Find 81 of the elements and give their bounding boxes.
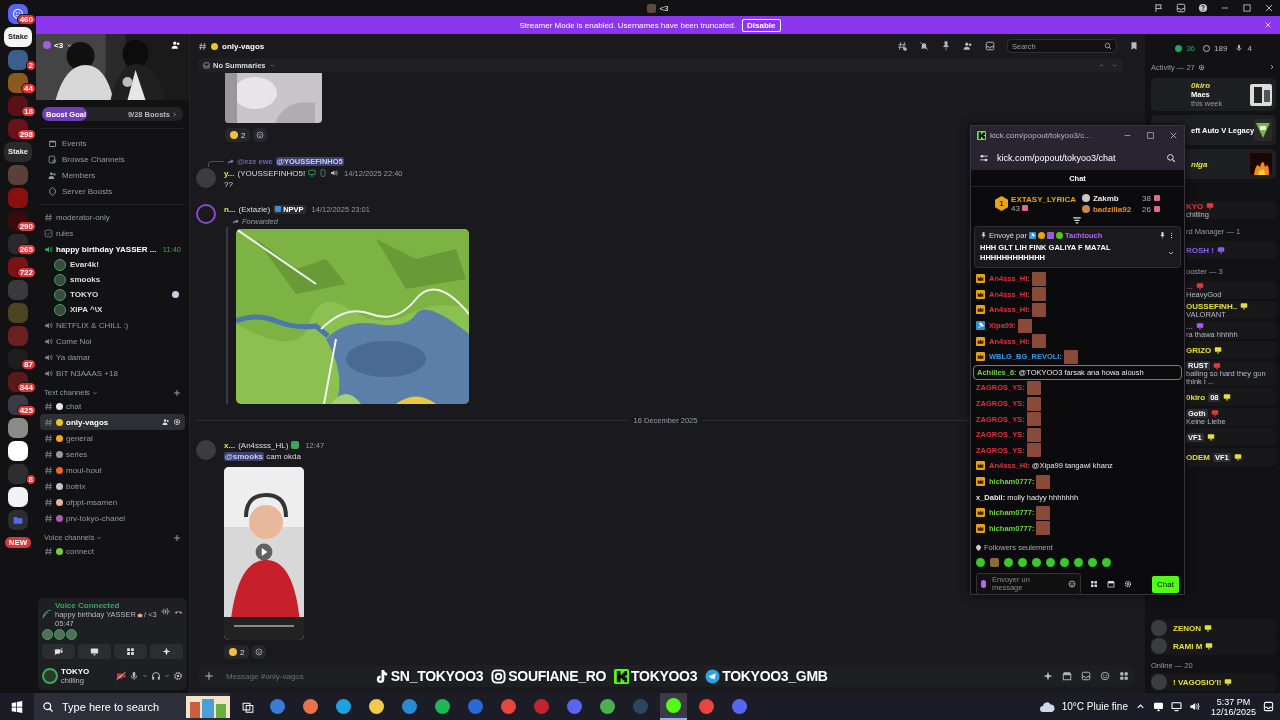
channel-item[interactable]: prv-tokyo-chanel xyxy=(40,510,185,526)
reaction-chip[interactable]: 2 xyxy=(225,128,251,142)
channel-item[interactable]: ofppt-msamen xyxy=(40,494,185,510)
menu-item[interactable]: Server Boosts xyxy=(48,183,185,199)
mention[interactable]: @smooks xyxy=(224,452,265,461)
social-handle: TOKYOO3_GMB xyxy=(722,668,828,684)
channel-item[interactable]: Ya damar xyxy=(40,349,185,365)
offline-count: 189 xyxy=(1214,43,1228,53)
banner-text: Streamer Mode is enabled. Usernames have been truncated. xyxy=(519,20,737,30)
leader-name: Zakmb xyxy=(1092,193,1119,203)
member-row[interactable]: ROSH ! xyxy=(1186,241,1276,259)
message-text: cam okda xyxy=(265,452,301,461)
nickname: (An4ssss_HL) xyxy=(238,440,289,450)
nickname: (Extazie) xyxy=(238,204,271,214)
channel-item[interactable]: series xyxy=(40,446,185,462)
channel-item[interactable]: rules xyxy=(40,225,185,241)
server-name-text: <3 xyxy=(54,40,64,50)
online-count: 36 xyxy=(1186,43,1196,53)
member-name: KYO xyxy=(1186,201,1204,211)
member-name: 0kiro xyxy=(1191,81,1212,90)
member-name: ZENON xyxy=(1173,623,1201,633)
leader-name: badzilla92 xyxy=(1092,204,1132,214)
channel-item[interactable]: BIT N3AAAS +18 xyxy=(40,365,185,381)
member-row[interactable]: RAMI M xyxy=(1151,637,1276,655)
channel-item[interactable]: only-vagos xyxy=(40,414,185,430)
voice-user[interactable]: Evar4k! xyxy=(40,257,185,272)
server-name[interactable]: <3 xyxy=(43,40,74,50)
reaction-chip[interactable]: 2 xyxy=(224,645,250,659)
gift-count: 38 xyxy=(1142,193,1151,203)
rank-medal: 1 xyxy=(995,196,1009,211)
channel-item[interactable]: botrix xyxy=(40,478,185,494)
channel-item[interactable]: moul-hout xyxy=(40,462,185,478)
channel-item[interactable]: NETFLIX & CHILL :) xyxy=(40,317,185,333)
voice-status: Voice Connected xyxy=(55,601,121,610)
voice-user[interactable]: smooks xyxy=(40,272,185,287)
message-text: ?? xyxy=(224,180,233,189)
new-badge: NEW xyxy=(4,537,32,548)
member-name: ODEM xyxy=(1186,452,1210,462)
member-row[interactable]: ZENON xyxy=(1151,619,1276,637)
social-handle: SN_TOKYOO3 xyxy=(390,668,484,684)
menu-item[interactable]: Events xyxy=(48,135,185,151)
menu-item[interactable]: Members xyxy=(48,167,185,183)
member-name: GRIZO xyxy=(1186,345,1212,355)
disable-button[interactable]: Disable xyxy=(742,18,781,32)
channel-item[interactable]: connect xyxy=(40,543,185,559)
member-name: ... xyxy=(1186,281,1193,291)
channel-item[interactable]: moderator-only xyxy=(40,209,185,225)
member-name: 0kiro xyxy=(1186,392,1206,402)
voice-user[interactable]: XIPA ^\X xyxy=(40,302,185,317)
message-input[interactable]: Message #only-vagos SN_TOKYOO3 SOUFIANE_RO TOKYOO3 TOKYOO3_GMB xyxy=(198,665,1135,687)
channel-item[interactable]: Come Noi xyxy=(40,333,185,349)
nickname: (YOUSSEFINHO5! xyxy=(237,168,306,178)
member-name: ROSH ! xyxy=(1186,245,1214,255)
member-name: OUSSEFINH.. xyxy=(1186,301,1238,311)
social-handle: TOKYOO3 xyxy=(631,668,698,684)
gift-count: 43 xyxy=(1011,203,1020,213)
window-title: <3 xyxy=(659,3,669,13)
leader-name: EXTASY_LYRICA xyxy=(1011,194,1076,204)
voice-user[interactable]: TOKYO xyxy=(40,287,185,302)
channel-item[interactable]: general xyxy=(40,430,185,446)
clock[interactable]: 5:37 PM 12/16/2025 xyxy=(1210,696,1256,717)
member-name: RAMI M xyxy=(1173,641,1203,651)
gift-count: 26 xyxy=(1142,204,1151,214)
taskbar-search[interactable]: Type here to search xyxy=(34,693,230,720)
member-row[interactable]: GRIZO xyxy=(1186,341,1276,359)
window-title: kick.com/popout/tokyoo3/c... xyxy=(990,131,1091,140)
chat-send-button[interactable]: Chat xyxy=(1152,575,1179,593)
author-name[interactable]: y... xyxy=(224,168,235,178)
social-handle: SOUFIANE_RO xyxy=(508,668,607,684)
member-name: niga xyxy=(1191,159,1208,169)
member-row[interactable]: ! VAGOSIO'I! xyxy=(1151,673,1276,691)
member-name: ... xyxy=(1186,321,1193,331)
menu-item[interactable]: Browse Channels xyxy=(48,151,185,167)
author-name[interactable]: n... xyxy=(224,204,236,214)
member-name: ! VAGOSIO'I! xyxy=(1173,677,1222,687)
channel-item[interactable]: chat xyxy=(40,398,185,414)
author-name[interactable]: x... xyxy=(224,440,236,450)
weather-text: 10°C Pluie fine xyxy=(1061,701,1128,712)
username: TOKYO xyxy=(61,666,90,676)
voice-count: 4 xyxy=(1247,43,1252,53)
channel-title: only-vagos xyxy=(222,41,265,51)
